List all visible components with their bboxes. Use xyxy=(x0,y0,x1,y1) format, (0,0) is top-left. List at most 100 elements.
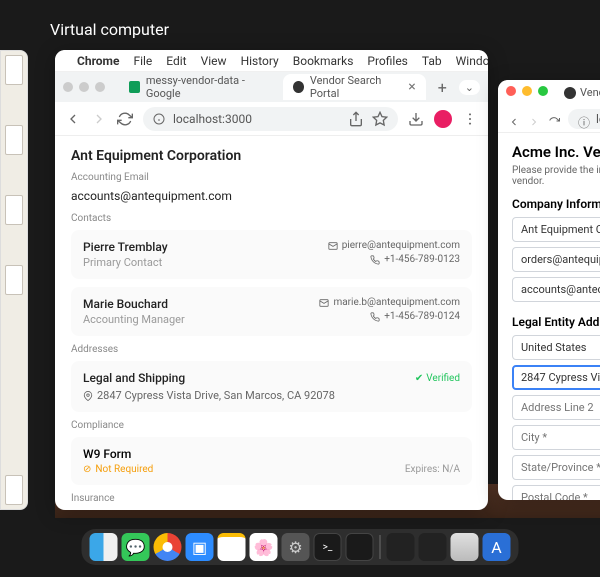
accounting-email-label: Accounting Email xyxy=(71,172,472,183)
address-bar[interactable]: ⓘ loca xyxy=(568,109,600,129)
contact-card: Pierre Tremblay Primary Contact pierre@a… xyxy=(71,230,472,279)
rail-thumb[interactable] xyxy=(5,265,23,295)
dock-messages-icon[interactable]: 💬 xyxy=(122,533,150,561)
contacts-label: Contacts xyxy=(71,213,472,224)
menu-history[interactable]: History xyxy=(241,54,279,68)
rail-thumb[interactable] xyxy=(5,125,23,155)
section-company-info: Company Informat xyxy=(512,197,600,211)
dock-folder-icon[interactable] xyxy=(419,533,447,561)
compliance-card: W9 Form ⊘Not Required Expires: N/A xyxy=(71,437,472,485)
dock-trash-icon[interactable] xyxy=(451,533,479,561)
w9-expires: Expires: N/A xyxy=(405,464,460,475)
menu-profiles[interactable]: Profiles xyxy=(367,54,408,68)
kebab-icon[interactable] xyxy=(462,111,478,127)
virtual-computer-label: Virtual computer xyxy=(50,20,169,39)
info-icon xyxy=(153,113,165,125)
tab-label: messy-vendor-data - Google xyxy=(146,74,269,100)
forward-icon[interactable] xyxy=(528,113,540,125)
country-field[interactable] xyxy=(512,335,600,360)
menu-window[interactable]: Window xyxy=(456,54,488,68)
check-icon: ✔ xyxy=(415,373,423,384)
phone-icon xyxy=(370,312,380,322)
menu-tab[interactable]: Tab xyxy=(422,54,442,68)
warning-icon: ⊘ xyxy=(83,464,91,475)
address-card: Legal and Shipping ✔Verified 2847 Cypres… xyxy=(71,361,472,412)
accounting-email: accounts@antequipment.com xyxy=(71,189,472,203)
rail-thumb[interactable] xyxy=(5,475,23,505)
dock: 💬 ▣ 🌸 ⚙ >_ A xyxy=(82,529,519,565)
vendor-form-window: Vendor For ⓘ loca Acme Inc. Ven Please pr… xyxy=(498,80,600,500)
dock-app-icon[interactable] xyxy=(346,533,374,561)
verified-badge: ✔Verified xyxy=(415,373,460,384)
toolbar: ⓘ loca xyxy=(498,105,600,133)
company-field[interactable] xyxy=(512,217,600,242)
new-tab-button[interactable]: + xyxy=(430,78,455,97)
address-line: 2847 Cypress Vista Drive, San Marcos, CA… xyxy=(97,389,335,402)
info-icon: ⓘ xyxy=(578,114,588,124)
mail-icon xyxy=(319,298,329,308)
accounts-email-field[interactable] xyxy=(512,277,600,302)
contact-name: Pierre Tremblay xyxy=(83,240,168,254)
toolbar: localhost:3000 xyxy=(55,102,488,136)
form-sub: Please provide the infor xyxy=(512,165,600,176)
traffic-light-min[interactable] xyxy=(522,86,532,96)
close-icon[interactable]: × xyxy=(408,79,415,95)
dock-finder-icon[interactable] xyxy=(90,533,118,561)
download-icon[interactable] xyxy=(408,111,424,127)
dock-photos-icon[interactable]: 🌸 xyxy=(250,533,278,561)
vendor-form: Acme Inc. Ven Please provide the inforve… xyxy=(498,133,600,500)
star-icon[interactable] xyxy=(372,111,388,127)
orders-email-field[interactable] xyxy=(512,247,600,272)
dock-appstore-icon[interactable]: A xyxy=(483,533,511,561)
menu-view[interactable]: View xyxy=(201,54,227,68)
reload-icon[interactable] xyxy=(117,111,133,127)
postal-field[interactable] xyxy=(512,485,600,500)
dock-separator xyxy=(380,535,381,559)
contact-email: pierre@antequipment.com xyxy=(342,240,460,251)
menu-bookmarks[interactable]: Bookmarks xyxy=(293,54,354,68)
dock-notes-icon[interactable] xyxy=(218,533,246,561)
contact-name: Marie Bouchard xyxy=(83,297,185,311)
url-text: loca xyxy=(596,112,600,126)
phone-icon xyxy=(370,255,380,265)
menu-app[interactable]: Chrome xyxy=(77,54,119,68)
mail-icon xyxy=(328,241,338,251)
mac-menubar: Chrome File Edit View History Bookmarks … xyxy=(55,50,488,72)
contact-card: Marie Bouchard Accounting Manager marie.… xyxy=(71,287,472,336)
form-heading: Acme Inc. Ven xyxy=(512,143,600,161)
reload-icon[interactable] xyxy=(548,113,560,125)
tab-overflow-icon[interactable]: ⌄ xyxy=(459,80,480,95)
traffic-light-max[interactable] xyxy=(538,86,548,96)
address-bar[interactable]: localhost:3000 xyxy=(143,107,398,131)
profile-avatar[interactable] xyxy=(434,110,452,128)
state-field[interactable] xyxy=(512,455,600,480)
address-line2-field[interactable] xyxy=(512,395,600,420)
back-icon[interactable] xyxy=(65,111,81,127)
menu-file[interactable]: File xyxy=(133,54,152,68)
forward-icon[interactable] xyxy=(91,111,107,127)
dock-settings-icon[interactable]: ⚙ xyxy=(282,533,310,561)
tab-vendor-portal[interactable]: Vendor Search Portal × xyxy=(283,74,426,100)
rail-thumb[interactable] xyxy=(5,55,23,85)
back-icon[interactable] xyxy=(508,113,520,125)
dock-zoom-icon[interactable]: ▣ xyxy=(186,533,214,561)
traffic-light-min[interactable] xyxy=(79,82,89,92)
rail-thumb[interactable] xyxy=(5,195,23,225)
dock-chrome-icon[interactable] xyxy=(154,533,182,561)
url-text: localhost:3000 xyxy=(173,112,252,126)
traffic-light-max[interactable] xyxy=(95,82,105,92)
traffic-light-close[interactable] xyxy=(506,86,516,96)
traffic-lights: Vendor For xyxy=(498,80,600,105)
tab-sheets[interactable]: messy-vendor-data - Google xyxy=(119,74,279,100)
menu-edit[interactable]: Edit xyxy=(166,54,186,68)
dock-terminal-icon[interactable]: >_ xyxy=(314,533,342,561)
traffic-light-close[interactable] xyxy=(63,82,73,92)
tab-strip: messy-vendor-data - Google Vendor Search… xyxy=(55,72,488,102)
left-rail xyxy=(0,50,28,510)
city-field[interactable] xyxy=(512,425,600,450)
address-line1-field[interactable] xyxy=(512,365,600,390)
contact-phone: +1-456-789-0124 xyxy=(384,311,460,322)
share-icon[interactable] xyxy=(348,111,364,127)
tab-label: Vendor Search Portal xyxy=(310,74,402,100)
dock-folder-icon[interactable] xyxy=(387,533,415,561)
